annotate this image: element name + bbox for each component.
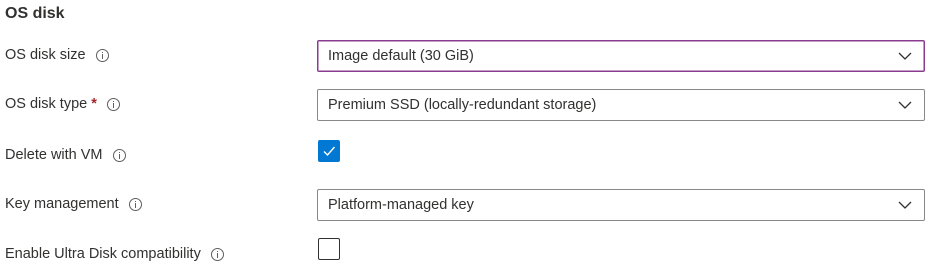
os-disk-type-value: Premium SSD (locally-redundant storage) — [328, 97, 597, 113]
os-disk-size-label: OS disk size — [5, 47, 86, 63]
os-disk-type-dropdown[interactable]: Premium SSD (locally-redundant storage) — [317, 89, 925, 121]
os-disk-size-dropdown[interactable]: Image default (30 GiB) — [317, 40, 925, 72]
delete-with-vm-checkbox[interactable] — [318, 140, 340, 162]
os-disk-type-label-group: OS disk type * — [5, 96, 120, 112]
os-disk-size-label-group: OS disk size — [5, 47, 109, 63]
section-title: OS disk — [5, 5, 65, 22]
ultra-disk-row: Enable Ultra Disk compatibility — [0, 236, 932, 268]
key-management-dropdown[interactable]: Platform-managed key — [317, 189, 925, 221]
os-disk-type-label: OS disk type — [5, 96, 88, 112]
key-management-row: Key management Platform-managed key — [0, 189, 932, 221]
info-icon[interactable] — [106, 97, 120, 111]
os-disk-size-value: Image default (30 GiB) — [328, 48, 474, 64]
chevron-down-icon — [898, 52, 912, 60]
info-icon[interactable] — [128, 197, 142, 211]
info-icon[interactable] — [112, 148, 126, 162]
required-asterisk: * — [91, 96, 97, 112]
os-disk-type-row: OS disk type * Premium SSD (locally-redu… — [0, 89, 932, 121]
chevron-down-icon — [898, 201, 912, 209]
info-icon[interactable] — [210, 247, 224, 261]
ultra-disk-checkbox[interactable] — [318, 238, 340, 260]
key-management-value: Platform-managed key — [328, 197, 474, 213]
delete-with-vm-row: Delete with VM — [0, 138, 932, 170]
delete-with-vm-label: Delete with VM — [5, 147, 103, 163]
checkmark-icon — [323, 146, 336, 157]
os-disk-section: OS disk OS disk size Image default (30 G… — [0, 0, 932, 270]
info-icon[interactable] — [95, 48, 109, 62]
ultra-disk-label-group: Enable Ultra Disk compatibility — [5, 246, 224, 262]
os-disk-size-row: OS disk size Image default (30 GiB) — [0, 40, 932, 72]
key-management-label: Key management — [5, 196, 119, 212]
chevron-down-icon — [898, 101, 912, 109]
delete-with-vm-label-group: Delete with VM — [5, 147, 126, 163]
ultra-disk-label: Enable Ultra Disk compatibility — [5, 246, 201, 262]
key-management-label-group: Key management — [5, 196, 142, 212]
